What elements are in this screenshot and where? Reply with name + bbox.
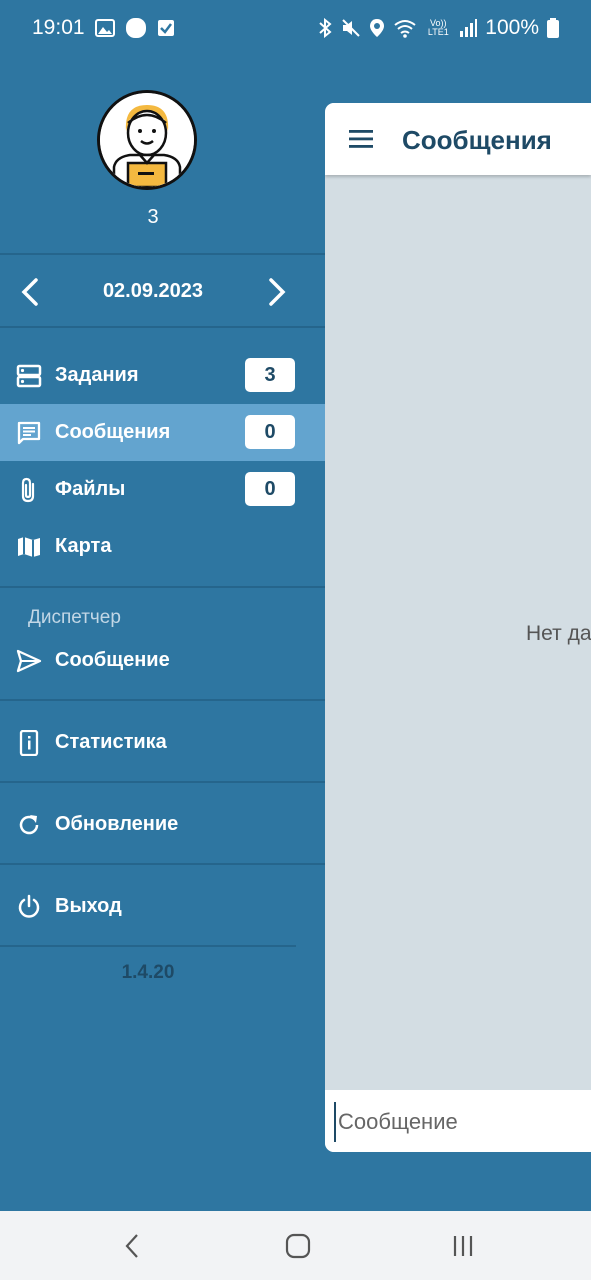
divider: [0, 699, 325, 701]
app-bar: Сообщения: [325, 103, 591, 175]
paperclip-icon: [21, 477, 35, 502]
circle-notification-icon: [125, 18, 146, 38]
menu-item-label: Статистика: [55, 731, 167, 753]
checkbox-notification-icon: [157, 20, 174, 36]
bluetooth-icon: [319, 18, 332, 38]
menu-item-label: Карта: [55, 535, 112, 557]
app-version: 1.4.20: [121, 962, 175, 983]
divider: [0, 781, 325, 783]
menu-item-label: Сообщение: [55, 649, 170, 671]
battery-percent: 100%: [485, 16, 539, 39]
menu-item-update[interactable]: Обновление: [0, 796, 325, 853]
page-title: Сообщения: [402, 125, 552, 155]
tasks-count-badge: 3: [245, 358, 295, 392]
empty-state-text: Нет да: [526, 622, 591, 645]
menu-item-label: Задания: [55, 364, 139, 386]
message-input-bar: [325, 1090, 591, 1152]
dispatcher-section-header: Диспетчер: [28, 607, 121, 628]
tasks-icon: [16, 364, 42, 387]
refresh-icon: [19, 814, 39, 834]
menu-item-dispatcher-message[interactable]: Сообщение: [0, 632, 325, 689]
menu-item-label: Выход: [55, 895, 122, 917]
home-icon[interactable]: [283, 1233, 313, 1259]
location-icon: [370, 19, 385, 37]
mute-icon: [342, 19, 360, 37]
navigation-drawer: 3 02.09.2023 Задания 3 Сообщения 0 Файлы…: [0, 56, 325, 1211]
back-icon[interactable]: [118, 1233, 148, 1259]
status-time: 19:01: [32, 16, 85, 39]
menu-item-files[interactable]: Файлы 0: [0, 461, 325, 518]
menu-item-map[interactable]: Карта: [0, 518, 325, 575]
power-icon: [18, 894, 40, 918]
recents-icon[interactable]: [448, 1233, 478, 1259]
user-avatar-icon: [100, 93, 194, 187]
messages-icon: [17, 421, 41, 444]
system-navigation-bar: [0, 1211, 591, 1280]
menu-item-statistics[interactable]: Статистика: [0, 714, 325, 771]
signal-icon: [460, 19, 478, 37]
current-date[interactable]: 02.09.2023: [0, 280, 306, 303]
gallery-icon: [94, 19, 115, 37]
statistics-icon: [19, 729, 39, 756]
battery-icon: [547, 18, 559, 38]
menu-icon[interactable]: [347, 127, 375, 151]
menu-item-label: Файлы: [55, 478, 126, 500]
divider: [0, 863, 325, 865]
map-icon: [18, 536, 40, 557]
user-name: 3: [147, 206, 159, 228]
divider: [0, 326, 325, 328]
main-content: Сообщения Нет да: [325, 103, 591, 1152]
menu-item-label: Обновление: [55, 813, 179, 835]
files-count-badge: 0: [245, 472, 295, 506]
divider: [0, 586, 325, 588]
divider: [0, 945, 296, 947]
divider: [0, 253, 325, 255]
volte-icon: Vo)) LTE1: [427, 18, 449, 37]
date-selector: 02.09.2023: [0, 256, 325, 326]
status-bar: 19:01 Vo)) LTE1 100%: [0, 0, 591, 56]
send-icon: [16, 649, 42, 672]
menu-item-tasks[interactable]: Задания 3: [0, 347, 325, 404]
menu-item-exit[interactable]: Выход: [0, 878, 325, 935]
chevron-right-icon[interactable]: [263, 274, 293, 310]
message-input[interactable]: [334, 1102, 584, 1142]
menu-item-label: Сообщения: [55, 421, 171, 443]
menu-item-messages[interactable]: Сообщения 0: [0, 404, 325, 461]
avatar[interactable]: [97, 90, 197, 190]
messages-count-badge: 0: [245, 415, 295, 449]
wifi-icon: [394, 20, 416, 38]
